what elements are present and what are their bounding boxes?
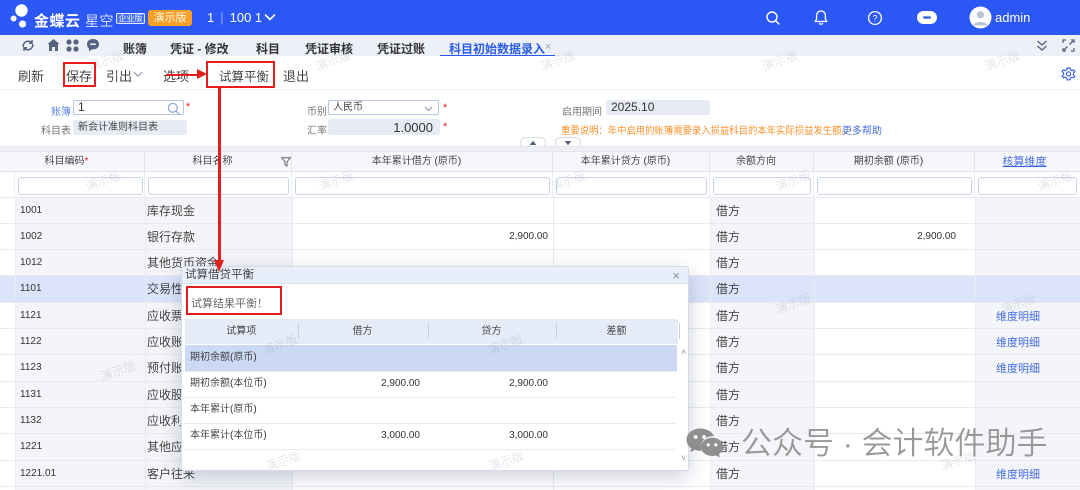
svg-text:?: ?	[872, 13, 877, 23]
